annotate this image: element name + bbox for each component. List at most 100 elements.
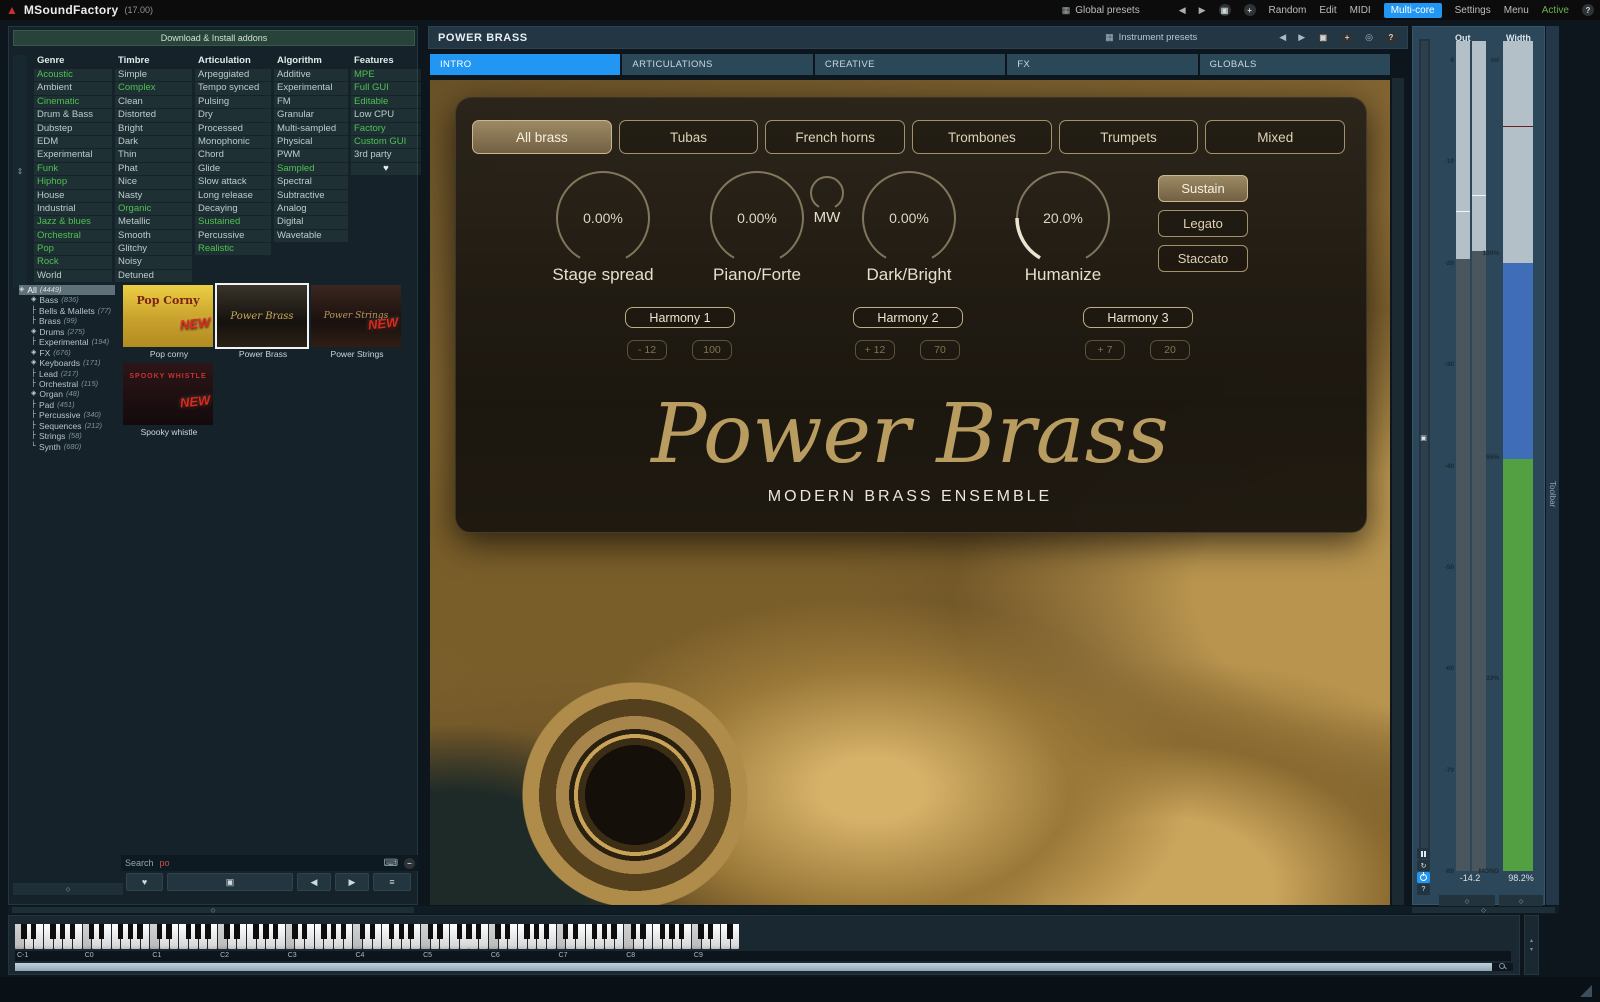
black-key[interactable] bbox=[660, 924, 665, 939]
black-key[interactable] bbox=[399, 924, 404, 939]
filter-glitchy[interactable]: Glitchy bbox=[115, 243, 192, 255]
articulation-legato[interactable]: Legato bbox=[1158, 210, 1248, 237]
black-key[interactable] bbox=[50, 924, 55, 939]
filter-world[interactable]: World bbox=[34, 270, 112, 282]
filter-decaying[interactable]: Decaying bbox=[195, 203, 271, 215]
harmony-button-3[interactable]: Harmony 3 bbox=[1083, 307, 1193, 328]
add-icon[interactable]: + bbox=[1341, 32, 1353, 44]
black-key[interactable] bbox=[263, 924, 268, 939]
articulation-sustain[interactable]: Sustain bbox=[1158, 175, 1248, 202]
filter-funk[interactable]: Funk bbox=[34, 163, 112, 175]
tree-item-keyboards[interactable]: ◈Keyboards(171) bbox=[19, 358, 123, 368]
scroll-up-icon[interactable]: ▴ bbox=[1530, 937, 1533, 944]
expand-icon[interactable]: ◈ bbox=[31, 389, 36, 399]
expand-icon[interactable]: ◈ bbox=[19, 285, 24, 295]
filter-additive[interactable]: Additive bbox=[274, 69, 348, 81]
filter-rock[interactable]: Rock bbox=[34, 256, 112, 268]
filter-dark[interactable]: Dark bbox=[115, 136, 192, 148]
filter-jazz-blues[interactable]: Jazz & blues bbox=[34, 216, 112, 228]
black-key[interactable] bbox=[437, 924, 442, 939]
black-key[interactable] bbox=[118, 924, 123, 939]
harmony-1-transpose[interactable]: - 12 bbox=[627, 340, 667, 360]
tree-item-sequences[interactable]: ├Sequences(212) bbox=[19, 421, 123, 431]
filter-spectral[interactable]: Spectral bbox=[274, 176, 348, 188]
filter-distorted[interactable]: Distorted bbox=[115, 109, 192, 121]
tree-item-orchestral[interactable]: ├Orchestral(115) bbox=[19, 379, 123, 389]
filter-full-gui[interactable]: Full GUI bbox=[351, 82, 421, 94]
tab-globals[interactable]: GLOBALS bbox=[1200, 54, 1390, 75]
filter-detuned[interactable]: Detuned bbox=[115, 270, 192, 282]
black-key[interactable] bbox=[611, 924, 616, 939]
screenshot-icon[interactable]: ▣ bbox=[1219, 4, 1231, 16]
meter-settings-icon[interactable]: ▣ bbox=[1417, 432, 1430, 443]
filter-glide[interactable]: Glide bbox=[195, 163, 271, 175]
filter-favorites[interactable]: ♥ bbox=[351, 163, 421, 175]
filter-phat[interactable]: Phat bbox=[115, 163, 192, 175]
topbar-item-edit[interactable]: Edit bbox=[1319, 5, 1336, 16]
expand-icon[interactable]: ◈ bbox=[31, 295, 36, 305]
preset-image-button[interactable]: ▣ bbox=[167, 873, 293, 891]
filter-digital[interactable]: Digital bbox=[274, 216, 348, 228]
global-presets-button[interactable]: ▦ Global presets bbox=[1062, 5, 1140, 16]
black-key[interactable] bbox=[321, 924, 326, 939]
filter-hiphop[interactable]: Hiphop bbox=[34, 176, 112, 188]
ensemble-all-brass[interactable]: All brass bbox=[472, 120, 612, 154]
black-key[interactable] bbox=[592, 924, 597, 939]
help-icon[interactable]: ? bbox=[1385, 32, 1397, 44]
black-key[interactable] bbox=[137, 924, 142, 939]
tree-item-fx[interactable]: ◈FX(676) bbox=[19, 348, 123, 358]
tree-collapse-handle[interactable]: ◇ bbox=[13, 883, 123, 895]
filter-simple[interactable]: Simple bbox=[115, 69, 192, 81]
help-icon[interactable]: ? bbox=[1582, 4, 1594, 16]
tree-item-bells-mallets[interactable]: ├Bells & Mallets(77) bbox=[19, 306, 123, 316]
filter-wavetable[interactable]: Wavetable bbox=[274, 230, 348, 242]
black-key[interactable] bbox=[273, 924, 278, 939]
filter-thin[interactable]: Thin bbox=[115, 149, 192, 161]
master-volume-slider[interactable] bbox=[1419, 39, 1430, 871]
harmony-button-1[interactable]: Harmony 1 bbox=[625, 307, 735, 328]
black-key[interactable] bbox=[253, 924, 258, 939]
filter-mpe[interactable]: MPE bbox=[351, 69, 421, 81]
filter-edm[interactable]: EDM bbox=[34, 136, 112, 148]
preset-spooky-whistle[interactable]: SPOOKY WHISTLENEWSpooky whistle bbox=[123, 363, 215, 437]
black-key[interactable] bbox=[495, 924, 500, 939]
black-key[interactable] bbox=[70, 924, 75, 939]
filter-custom-gui[interactable]: Custom GUI bbox=[351, 136, 421, 148]
filter-acoustic[interactable]: Acoustic bbox=[34, 69, 112, 81]
filter-clean[interactable]: Clean bbox=[115, 96, 192, 108]
toolbar-strip[interactable]: Toolbar bbox=[1546, 26, 1559, 905]
ensemble-tubas[interactable]: Tubas bbox=[619, 120, 759, 154]
keyboard-scrollbar[interactable] bbox=[15, 963, 1513, 971]
filter-granular[interactable]: Granular bbox=[274, 109, 348, 121]
tab-articulations[interactable]: ARTICULATIONS bbox=[622, 54, 812, 75]
filter-pulsing[interactable]: Pulsing bbox=[195, 96, 271, 108]
topbar-item-multi-core[interactable]: Multi-core bbox=[1384, 3, 1442, 18]
left-splitter-handle[interactable]: ◇ bbox=[12, 907, 414, 913]
black-key[interactable] bbox=[602, 924, 607, 939]
filter-multi-sampled[interactable]: Multi-sampled bbox=[274, 123, 348, 135]
power-icon[interactable] bbox=[1417, 872, 1430, 883]
tree-item-lead[interactable]: ├Lead(217) bbox=[19, 369, 123, 379]
tree-item-percussive[interactable]: ├Percussive(340) bbox=[19, 410, 123, 420]
filter-analog[interactable]: Analog bbox=[274, 203, 348, 215]
filter-pwm[interactable]: PWM bbox=[274, 149, 348, 161]
black-key[interactable] bbox=[544, 924, 549, 939]
black-key[interactable] bbox=[466, 924, 471, 939]
tree-item-strings[interactable]: ├Strings(58) bbox=[19, 431, 123, 441]
filter-physical[interactable]: Physical bbox=[274, 136, 348, 148]
ensemble-french-horns[interactable]: French horns bbox=[765, 120, 905, 154]
black-key[interactable] bbox=[157, 924, 162, 939]
black-key[interactable] bbox=[128, 924, 133, 939]
tree-item-all[interactable]: ◈All(4449) bbox=[19, 285, 115, 295]
filter-arpeggiated[interactable]: Arpeggiated bbox=[195, 69, 271, 81]
black-key[interactable] bbox=[186, 924, 191, 939]
black-key[interactable] bbox=[370, 924, 375, 939]
keyboard-side-controls[interactable]: ▴ ▾ bbox=[1524, 915, 1539, 975]
next-instrument-preset-icon[interactable]: ▶ bbox=[1298, 32, 1305, 43]
black-key[interactable] bbox=[573, 924, 578, 939]
filter-tempo-synced[interactable]: Tempo synced bbox=[195, 82, 271, 94]
filter-experimental[interactable]: Experimental bbox=[34, 149, 112, 161]
filter-cinematic[interactable]: Cinematic bbox=[34, 96, 112, 108]
filter-ambient[interactable]: Ambient bbox=[34, 82, 112, 94]
black-key[interactable] bbox=[89, 924, 94, 939]
